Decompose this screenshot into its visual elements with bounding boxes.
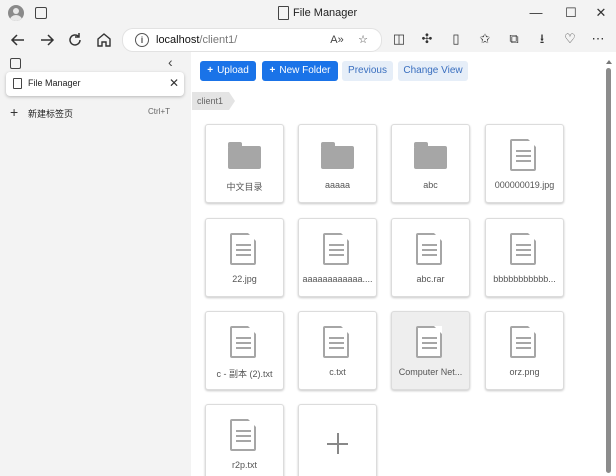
item-name: bbbbbbbbbbb... [493,274,556,284]
item-name: 中文目录 [226,182,263,192]
file-icon [510,233,536,265]
close-window-button[interactable]: ✕ [591,4,611,22]
refresh-icon [69,33,81,46]
item-name: 000000019.jpg [494,180,555,190]
item-name: abc.rar [416,274,445,284]
document-icon [278,6,289,20]
scroll-thumb[interactable] [606,68,611,473]
scroll-up-arrow-icon[interactable] [606,60,612,64]
item-name: orz.png [509,367,540,377]
profile-avatar-icon[interactable] [8,5,24,21]
folder-icon [228,142,261,169]
folder-icon [414,142,447,169]
forward-arrow-icon [41,34,55,46]
file-tile[interactable]: 22.jpg [205,218,284,297]
browser-essentials-icon[interactable]: ♡ [560,29,580,49]
file-icon [323,326,349,358]
folder-tile[interactable]: abc [391,124,470,203]
refresh-button[interactable] [64,29,86,51]
address-field[interactable]: i localhost/client1/ A» ☆ [122,28,382,52]
url-text[interactable]: localhost/client1/ [156,34,237,46]
collapse-sidebar-icon[interactable]: ‹ [168,54,173,70]
item-name: aaaaa [324,180,351,190]
collections-icon[interactable]: ⧉ [504,29,524,49]
workspaces-icon[interactable] [35,7,47,19]
plus-icon: + [269,65,276,76]
url-host: localhost [156,34,200,46]
file-tile[interactable]: r2p.txt [205,404,284,476]
plus-icon [336,433,339,454]
file-tile[interactable]: 000000019.jpg [485,124,564,203]
forward-button[interactable] [36,29,58,51]
file-tile[interactable]: aaaaaaaaaaaa.... [298,218,377,297]
reading-view-icon[interactable]: ▯ [446,29,466,49]
downloads-icon[interactable]: ⭳ [532,29,552,49]
window-title: File Manager [293,7,358,19]
home-button[interactable] [93,29,115,51]
folder-tile[interactable]: aaaaa [298,124,377,203]
previous-button[interactable]: Previous [342,61,393,81]
upload-button[interactable]: + Upload [200,61,256,81]
file-tile[interactable]: Computer Net... [391,311,470,390]
plus-icon: + [10,104,19,120]
item-name: c.txt [329,367,346,377]
minimize-button[interactable]: — [526,4,546,22]
file-icon [230,233,256,265]
item-name: 22.jpg [232,274,257,284]
file-icon [416,326,442,358]
tab-close-icon[interactable]: ✕ [169,76,179,90]
upload-label: Upload [217,65,249,76]
back-arrow-icon [10,34,24,46]
vertical-tabs-sidebar: ‹ File Manager ✕ + 新建标签页 Ctrl+T [0,52,191,476]
extensions-icon[interactable]: ✣ [417,29,437,49]
file-icon [323,233,349,265]
change-view-button[interactable]: Change View [398,61,468,81]
item-name: abc [423,180,438,190]
new-tab-label: 新建标签页 [28,109,74,119]
add-item-tile[interactable] [298,404,377,476]
new-folder-button[interactable]: + New Folder [262,61,338,81]
item-name: Computer Net... [398,367,463,377]
tab-file-manager[interactable]: File Manager ✕ [6,72,184,96]
read-aloud-icon[interactable]: A» [329,32,345,48]
maximize-button[interactable]: ☐ [561,4,581,22]
tab-title: File Manager [28,78,81,88]
file-tile[interactable]: c.txt [298,311,377,390]
back-button[interactable] [7,29,29,51]
file-icon [510,326,536,358]
item-name: r2p.txt [231,460,257,470]
file-icon [510,139,536,171]
file-tile[interactable]: c - 副本 (2).txt [205,311,284,390]
title-bar: File Manager — ☐ ✕ [0,0,616,26]
home-icon [97,33,111,47]
url-path: /client1/ [199,34,238,46]
file-icon [230,419,256,451]
plus-icon: + [207,65,214,76]
more-menu-icon[interactable]: ⋯ [588,29,608,49]
tab-actions-icon[interactable] [10,58,21,69]
file-icon [230,326,256,358]
favorite-star-icon[interactable]: ☆ [355,32,371,48]
file-tile[interactable]: orz.png [485,311,564,390]
folder-icon [321,142,354,169]
file-tile[interactable]: bbbbbbbbbbb... [485,218,564,297]
new-folder-label: New Folder [279,65,331,76]
new-tab-button[interactable]: + 新建标签页 Ctrl+T [10,104,185,122]
breadcrumb-item[interactable]: client1 [192,92,229,110]
file-tile[interactable]: abc.rar [391,218,470,297]
file-icon [416,233,442,265]
favorites-icon[interactable]: ✩ [475,29,495,49]
tab-document-icon [13,78,22,89]
scrollbar[interactable] [603,56,613,476]
split-screen-icon[interactable]: ◫ [389,29,409,49]
breadcrumb-arrow [229,92,235,110]
folder-tile[interactable]: 中文目录 [205,124,284,203]
new-tab-shortcut: Ctrl+T [148,107,170,116]
file-manager-page: + Upload + New Folder Previous Change View… [191,52,616,476]
navigation-bar: i localhost/client1/ A» ☆ ◫ ✣ ▯ ✩ ⧉ ⭳ ♡ … [0,26,616,52]
site-info-icon[interactable]: i [135,33,149,47]
item-name: c - 副本 (2).txt [216,369,273,379]
item-name: aaaaaaaaaaaa.... [302,274,373,284]
